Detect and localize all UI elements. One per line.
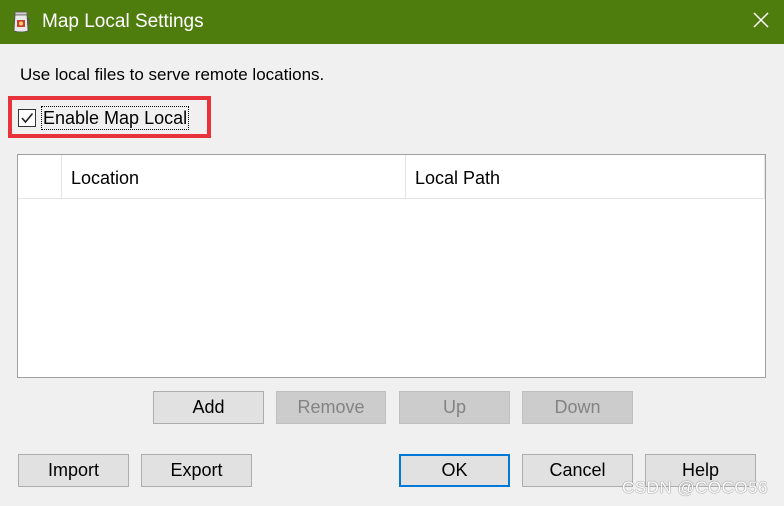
column-header-enabled[interactable] xyxy=(18,155,62,198)
export-button[interactable]: Export xyxy=(141,454,252,487)
column-location-label: Location xyxy=(71,168,140,188)
enable-map-local-checkbox[interactable]: Enable Map Local xyxy=(18,106,190,130)
close-icon xyxy=(753,11,769,33)
close-button[interactable] xyxy=(738,0,784,44)
title-bar: Map Local Settings xyxy=(0,0,784,44)
checkbox-box[interactable] xyxy=(18,109,36,127)
up-button[interactable]: Up xyxy=(399,391,510,424)
window-title: Map Local Settings xyxy=(42,11,204,32)
remove-button[interactable]: Remove xyxy=(276,391,386,424)
ok-button[interactable]: OK xyxy=(399,454,510,487)
cancel-button[interactable]: Cancel xyxy=(522,454,633,487)
description-text: Use local files to serve remote location… xyxy=(20,65,325,84)
mapping-table[interactable]: Location Local Path xyxy=(17,154,766,378)
charles-jar-icon xyxy=(12,11,32,33)
table-header: Location Local Path xyxy=(18,155,765,199)
checkmark-icon xyxy=(21,112,34,124)
enable-map-local-label: Enable Map Local xyxy=(41,106,190,130)
column-local-path-label: Local Path xyxy=(415,168,501,188)
down-button[interactable]: Down xyxy=(522,391,633,424)
watermark: CSDN @COCO56 xyxy=(622,478,769,497)
column-header-location[interactable]: Location xyxy=(62,155,406,198)
column-header-local-path[interactable]: Local Path xyxy=(406,155,765,198)
import-button[interactable]: Import xyxy=(18,454,129,487)
add-button[interactable]: Add xyxy=(153,391,264,424)
